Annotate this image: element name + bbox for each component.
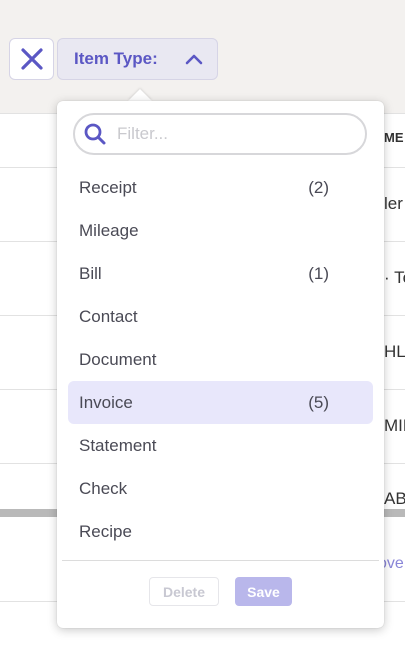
item-type-option-receipt[interactable]: Receipt (2)	[68, 166, 373, 209]
option-label: Check	[79, 478, 128, 498]
popover-divider	[62, 560, 379, 561]
option-label: Statement	[79, 435, 157, 455]
option-count: (1)	[308, 263, 329, 283]
option-label: Mileage	[79, 220, 139, 240]
item-type-option-check[interactable]: Check	[68, 467, 373, 510]
delete-button[interactable]: Delete	[149, 577, 219, 606]
option-label: Document	[79, 349, 157, 369]
save-button[interactable]: Save	[235, 577, 292, 606]
table-column-header: ME	[384, 130, 404, 145]
filter-chip-label: Item Type:	[74, 49, 158, 68]
search-icon	[83, 122, 107, 146]
item-type-option-contact[interactable]: Contact	[68, 295, 373, 338]
filter-search-box[interactable]	[73, 113, 367, 155]
table-cell[interactable]: MIL	[384, 416, 405, 436]
option-label: Contact	[79, 306, 138, 326]
option-label: Recipe	[79, 521, 132, 541]
item-type-list: Receipt (2) Mileage Bill (1) Contact Doc…	[68, 166, 373, 553]
table-cell[interactable]: ler	[384, 194, 403, 214]
item-type-option-mileage[interactable]: Mileage	[68, 209, 373, 252]
table-cell[interactable]: HL'	[384, 342, 405, 362]
filter-search-input[interactable]	[115, 123, 349, 145]
option-label: Invoice	[79, 392, 133, 412]
item-type-option-recipe[interactable]: Recipe	[68, 510, 373, 553]
item-type-filter-chip[interactable]: Item Type:	[57, 38, 218, 80]
table-cell[interactable]: AB	[384, 489, 405, 509]
item-type-option-invoice[interactable]: Invoice (5)	[68, 381, 373, 424]
chevron-up-icon	[185, 54, 203, 65]
close-icon	[20, 48, 43, 70]
item-type-option-bill[interactable]: Bill (1)	[68, 252, 373, 295]
clear-filter-button[interactable]	[9, 38, 54, 80]
item-type-option-statement[interactable]: Statement	[68, 424, 373, 467]
option-count: (5)	[308, 392, 329, 412]
option-count: (2)	[308, 177, 329, 197]
item-type-dropdown: Receipt (2) Mileage Bill (1) Contact Doc…	[57, 101, 384, 628]
item-type-option-document[interactable]: Document	[68, 338, 373, 381]
option-label: Bill	[79, 263, 102, 283]
table-cell[interactable]: · To	[384, 268, 405, 288]
popover-caret	[128, 89, 152, 101]
option-label: Receipt	[79, 177, 137, 197]
